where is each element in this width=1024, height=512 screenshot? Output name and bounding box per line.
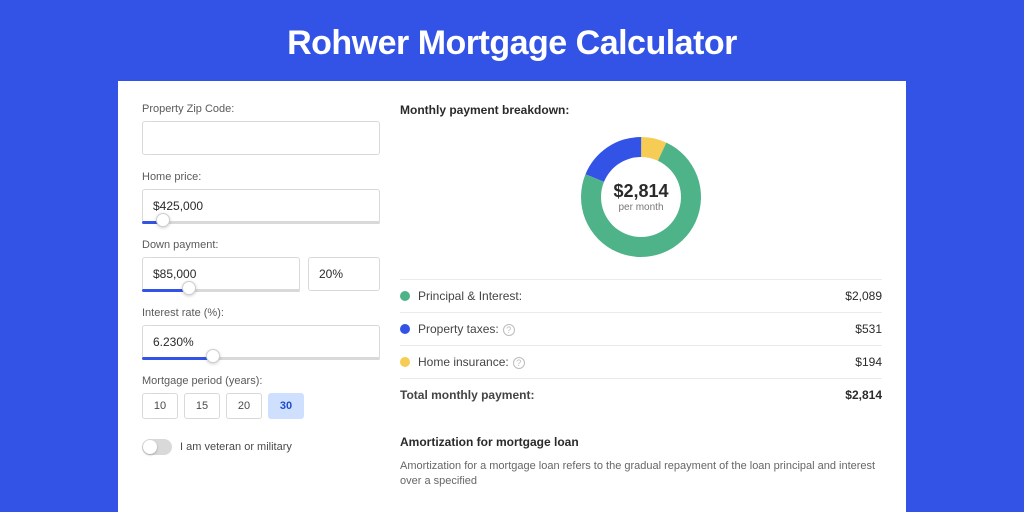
breakdown-title: Monthly payment breakdown: — [400, 103, 882, 117]
down-payment-pct-input[interactable] — [308, 257, 380, 291]
home-price-field: Home price: — [142, 171, 380, 223]
donut-chart: $2,814 per month — [577, 133, 705, 261]
zip-field: Property Zip Code: — [142, 103, 380, 155]
home-price-label: Home price: — [142, 171, 380, 183]
donut-subtext: per month — [618, 202, 663, 213]
interest-slider[interactable] — [142, 357, 380, 360]
period-btn-20[interactable]: 20 — [226, 393, 262, 419]
period-btn-10[interactable]: 10 — [142, 393, 178, 419]
veteran-label: I am veteran or military — [180, 441, 292, 453]
down-payment-slider[interactable] — [142, 289, 300, 292]
zip-input[interactable] — [142, 121, 380, 155]
donut-value: $2,814 — [613, 181, 668, 202]
breakdown-value: $194 — [855, 355, 882, 369]
amortization-text: Amortization for a mortgage loan refers … — [400, 459, 882, 490]
home-price-input[interactable] — [142, 189, 380, 223]
legend-dot — [400, 291, 410, 301]
period-field: Mortgage period (years): 10152030 — [142, 375, 380, 419]
total-label: Total monthly payment: — [400, 388, 845, 402]
amortization-title: Amortization for mortgage loan — [400, 435, 882, 449]
breakdown-label: Property taxes:? — [418, 322, 855, 336]
down-payment-input[interactable] — [142, 257, 300, 291]
donut-chart-area: $2,814 per month — [400, 127, 882, 269]
breakdown-list: Principal & Interest:$2,089Property taxe… — [400, 279, 882, 379]
home-price-slider[interactable] — [142, 221, 380, 224]
breakdown-value: $531 — [855, 322, 882, 336]
breakdown-value: $2,089 — [845, 289, 882, 303]
zip-label: Property Zip Code: — [142, 103, 380, 115]
period-btn-30[interactable]: 30 — [268, 393, 304, 419]
calculator-card: Property Zip Code: Home price: Down paym… — [118, 81, 906, 512]
total-value: $2,814 — [845, 388, 882, 402]
breakdown-label: Home insurance:? — [418, 355, 855, 369]
veteran-row: I am veteran or military — [142, 439, 380, 455]
interest-input[interactable] — [142, 325, 380, 359]
total-row: Total monthly payment: $2,814 — [400, 379, 882, 411]
page-title: Rohwer Mortgage Calculator — [0, 0, 1024, 81]
period-group: 10152030 — [142, 393, 380, 419]
legend-dot — [400, 357, 410, 367]
amortization-section: Amortization for mortgage loan Amortizat… — [400, 431, 882, 490]
info-icon[interactable]: ? — [503, 324, 515, 336]
interest-slider-thumb[interactable] — [206, 349, 220, 363]
form-panel: Property Zip Code: Home price: Down paym… — [142, 103, 380, 490]
info-icon[interactable]: ? — [513, 357, 525, 369]
down-payment-label: Down payment: — [142, 239, 380, 251]
breakdown-row: Home insurance:?$194 — [400, 346, 882, 379]
breakdown-row: Property taxes:?$531 — [400, 313, 882, 346]
legend-dot — [400, 324, 410, 334]
breakdown-label: Principal & Interest: — [418, 289, 845, 303]
interest-field: Interest rate (%): — [142, 307, 380, 359]
down-payment-field: Down payment: — [142, 239, 380, 291]
breakdown-row: Principal & Interest:$2,089 — [400, 280, 882, 313]
breakdown-panel: Monthly payment breakdown: $2,814 per mo… — [400, 103, 882, 490]
period-label: Mortgage period (years): — [142, 375, 380, 387]
period-btn-15[interactable]: 15 — [184, 393, 220, 419]
home-price-slider-thumb[interactable] — [156, 213, 170, 227]
veteran-toggle[interactable] — [142, 439, 172, 455]
interest-label: Interest rate (%): — [142, 307, 380, 319]
down-payment-slider-thumb[interactable] — [182, 281, 196, 295]
